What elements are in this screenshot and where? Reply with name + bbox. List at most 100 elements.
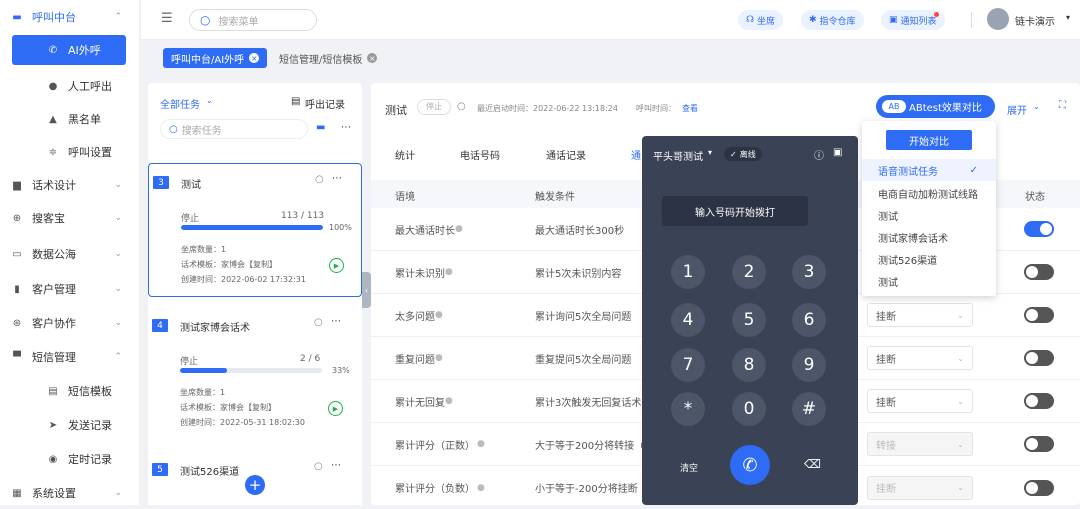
key-3[interactable]: 3 [792, 255, 826, 289]
fullscreen-icon[interactable]: ⛶ [1059, 100, 1066, 111]
key-6[interactable]: 6 [792, 303, 826, 337]
key-7[interactable]: 7 [671, 348, 705, 382]
task-search-input[interactable]: ○ 搜索任务 [160, 119, 308, 139]
sidebar-item-send-record[interactable]: ➤ 发送记录 [0, 410, 140, 440]
user-name[interactable]: 链卡演示 [1015, 13, 1055, 28]
sidebar-item-blacklist[interactable]: ▲ 黑名单 [0, 104, 140, 134]
sidebar-item-data-pool[interactable]: ▭ 数据公海 ⌄ [0, 239, 140, 269]
close-icon[interactable]: × [367, 53, 378, 63]
key-hash[interactable]: # [792, 392, 826, 426]
sidebar-item-customer-collab[interactable]: ⊛ 客户协作 ⌄ [0, 308, 140, 338]
command-store-button[interactable]: ✱ 指令仓库 [801, 10, 864, 30]
tab-statistics[interactable]: 统计 [395, 147, 415, 162]
key-5[interactable]: 5 [732, 303, 766, 337]
minimize-icon[interactable]: ▣ [833, 147, 842, 158]
add-task-button[interactable]: + [245, 475, 265, 495]
task-title: 测试526渠道 [180, 467, 240, 478]
menu-fold-icon[interactable]: ☰ [161, 11, 173, 26]
ab-compare-button[interactable]: AB ABtest效果对比 [876, 95, 995, 118]
row-toggle[interactable] [1024, 264, 1054, 280]
menu-search-input[interactable]: ○ 搜索菜单 [189, 9, 317, 31]
dropdown-item[interactable]: 测试家博会话术 [862, 226, 996, 248]
refresh-icon[interactable]: ○ [315, 174, 324, 185]
sidebar-item-manual-call[interactable]: ● 人工呼出 [0, 71, 140, 101]
backspace-icon[interactable]: ⌫ [804, 457, 821, 471]
expand-link[interactable]: 展开 [1007, 102, 1027, 117]
sidebar-item-search-customer[interactable]: ⊕ 搜客宝 ⌄ [0, 203, 140, 233]
tab-sms-template[interactable]: 短信管理/短信模板 × [271, 48, 385, 68]
seat-button[interactable]: ☊ 坐席 [738, 10, 784, 30]
dialer-agent-name[interactable]: 平头哥测试 [653, 148, 703, 163]
task-card[interactable]: 5 测试526渠道 ○ ⋯ + [148, 455, 362, 505]
refresh-icon[interactable]: ○ [314, 461, 323, 472]
dropdown-item[interactable]: 测试 [862, 204, 996, 226]
key-0[interactable]: 0 [732, 392, 766, 426]
key-4[interactable]: 4 [671, 303, 705, 337]
tab-ai-call[interactable]: 呼叫中台/AI外呼 × [163, 48, 268, 68]
sidebar-item-ai-call[interactable]: ✆ AI外呼 [12, 35, 126, 65]
clear-button[interactable]: 清空 [680, 461, 698, 474]
key-2[interactable]: 2 [732, 255, 766, 289]
row-toggle[interactable] [1024, 393, 1054, 409]
row-toggle[interactable] [1024, 221, 1054, 237]
tab-active[interactable]: 通 [631, 147, 641, 162]
all-tasks-dropdown[interactable]: 全部任务 [160, 96, 200, 111]
sidebar-item-system-settings[interactable]: ▦ 系统设置 ⌄ [0, 478, 140, 508]
task-card[interactable]: 3 测试 ○ ⋯ 停止 113 / 113 100% 坐席数量：1 话术模板：家… [148, 163, 362, 297]
more-icon[interactable]: ⋯ [331, 460, 341, 471]
collapse-handle[interactable]: ‹ [362, 272, 371, 308]
row-toggle[interactable] [1024, 436, 1054, 452]
column-status: 状态 [1025, 192, 1045, 203]
row-toggle[interactable] [1024, 479, 1054, 496]
key-1[interactable]: 1 [671, 255, 705, 289]
action-select[interactable]: 挂断 ⌄ [867, 303, 973, 327]
dropdown-item[interactable]: 电商自动加粉测试线路 [862, 182, 996, 204]
action-select[interactable]: 挂断 ⌄ [867, 346, 973, 370]
sidebar-item-call-settings[interactable]: ≑ 呼叫设置 [0, 137, 140, 167]
tab-phone-numbers[interactable]: 电话号码 [460, 147, 500, 162]
key-star[interactable]: * [671, 392, 705, 426]
headset-icon: ☊ [746, 15, 754, 25]
dropdown-item[interactable]: 测试526渠道 [862, 248, 996, 270]
action-select[interactable]: 挂断 ⌄ [867, 475, 973, 500]
start-compare-button[interactable]: 开始对比 [886, 130, 972, 150]
key-9[interactable]: 9 [792, 348, 826, 382]
play-icon[interactable]: ▶ [328, 401, 343, 416]
script-icon: ▆ [13, 179, 21, 191]
filter-icon[interactable]: ▬ [316, 122, 325, 133]
action-select[interactable]: 转接 ⌄ [867, 432, 973, 456]
sidebar-item-customer-mgmt[interactable]: ▮ 客户管理 ⌄ [0, 274, 140, 304]
chevron-down-icon[interactable]: ▾ [1066, 13, 1070, 22]
call-button[interactable]: ✆ [730, 445, 770, 485]
task-card[interactable]: 4 测试家博会话术 ○ ⋯ 停止 2 / 6 33% 坐席数量：1 话术模板：家… [148, 307, 362, 441]
chevron-down-icon: ⌄ [114, 249, 122, 259]
sidebar-item-script-design[interactable]: ▆ 话术设计 ⌄ [0, 170, 140, 200]
number-input-placeholder: 输入号码开始拨打 [695, 207, 775, 219]
sidebar-item-timer-record[interactable]: ◉ 定时记录 [0, 444, 140, 474]
play-icon[interactable]: ▶ [329, 258, 344, 273]
more-icon[interactable]: ⋯ [331, 316, 341, 327]
sidebar-item-sms-template[interactable]: ▤ 短信模板 [0, 376, 140, 406]
more-icon[interactable]: ⋯ [332, 173, 342, 184]
row-toggle[interactable] [1024, 307, 1054, 323]
sidebar-item-sms-mgmt[interactable]: ▀ 短信管理 ⌃ [0, 342, 140, 372]
avatar[interactable] [987, 8, 1009, 30]
row-toggle[interactable] [1024, 350, 1054, 366]
close-icon[interactable]: × [249, 53, 260, 63]
call-log-link[interactable]: 呼出记录 [305, 96, 345, 111]
dialer-panel: 平头哥测试 ▾ ✓ 离线 ⓘ ▣ 输入号码开始拨打 1 2 3 4 5 6 7 8… [642, 136, 858, 505]
refresh-icon[interactable]: ○ [314, 317, 323, 328]
action-select[interactable]: 挂断 ⌄ [867, 389, 973, 413]
dropdown-item[interactable]: 语音测试任务 ✓ [862, 159, 996, 181]
tab-call-records[interactable]: 通话记录 [546, 147, 586, 162]
key-8[interactable]: 8 [732, 348, 766, 382]
sidebar-item-label: 客户管理 [32, 283, 76, 296]
number-input[interactable]: 输入号码开始拨打 [662, 196, 808, 226]
info-icon[interactable]: ⓘ [814, 147, 824, 162]
dropdown-item[interactable]: 测试 [862, 270, 996, 292]
refresh-icon[interactable]: ○ [457, 101, 466, 112]
notify-list-button[interactable]: ▣ 通知列表 [881, 10, 945, 30]
more-icon[interactable]: ⋯ [341, 122, 351, 133]
sidebar-item-call-center[interactable]: ▬ 呼叫中台 ⌃ [0, 2, 140, 32]
view-link[interactable]: 查看 [682, 103, 698, 114]
